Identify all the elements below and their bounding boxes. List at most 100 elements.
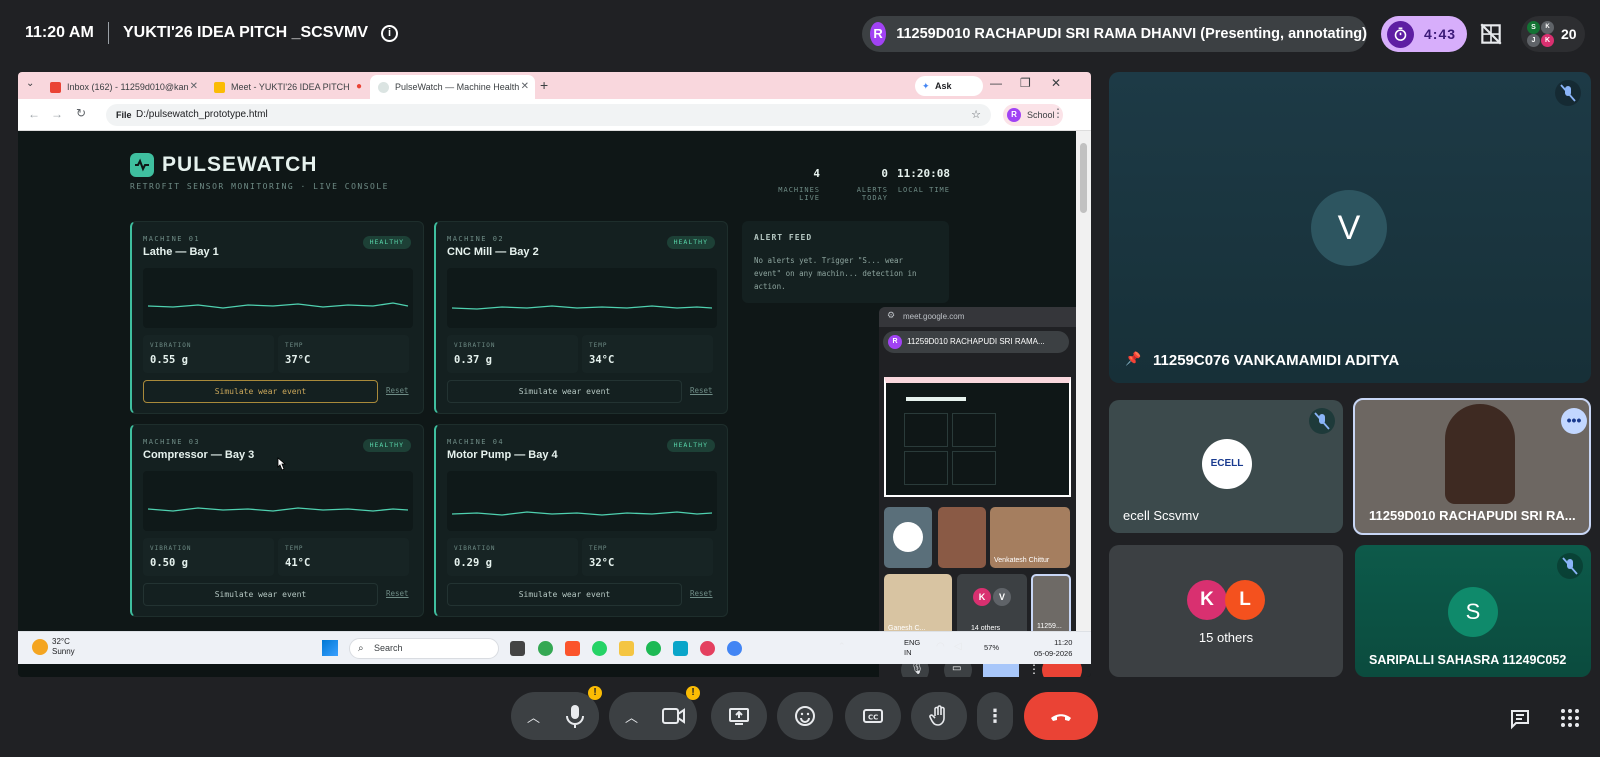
people-button[interactable]: S K J K 20: [1521, 16, 1585, 52]
pulsewatch-brand: PULSEWATCH: [162, 153, 318, 176]
pip-presenter-chip[interactable]: R 11259D010 RACHAPUDI SRI RAMA...: [883, 331, 1069, 353]
captions-button[interactable]: CC: [845, 692, 901, 740]
brave-icon[interactable]: [565, 641, 580, 656]
warning-icon: !: [686, 686, 700, 700]
raise-hand-button[interactable]: [911, 692, 967, 740]
close-icon[interactable]: ✕: [190, 81, 198, 92]
file-explorer-icon[interactable]: [619, 641, 634, 656]
mic-options-chevron-icon[interactable]: ︿: [527, 707, 540, 726]
divider: [108, 22, 109, 44]
taskbar-search[interactable]: ⌕ Search: [349, 638, 499, 659]
close-window-icon[interactable]: ✕: [1051, 76, 1061, 90]
search-icon: ⌕: [358, 643, 364, 654]
chrome-active-icon[interactable]: [727, 641, 742, 656]
mic-off-icon: [1555, 80, 1581, 106]
participant-video: [1445, 404, 1515, 504]
simulate-wear-button[interactable]: Simulate wear event: [447, 380, 682, 403]
back-icon[interactable]: ←: [28, 107, 40, 121]
participant-name: 11259C076 VANKAMAMIDI ADITYA: [1153, 352, 1400, 369]
others-count-label: 15 others: [1198, 630, 1254, 645]
page-scrollbar[interactable]: [1076, 131, 1091, 631]
simulate-wear-button[interactable]: Simulate wear event: [143, 380, 378, 403]
task-view-icon[interactable]: [510, 641, 525, 656]
participant-tile-rachapudi[interactable]: ••• 11259D010 RACHAPUDI SRI RA...: [1353, 398, 1591, 535]
snipping-tool-icon[interactable]: [673, 641, 688, 656]
chat-icon[interactable]: [1508, 707, 1532, 731]
battery-level[interactable]: 57%: [984, 643, 999, 652]
forward-icon[interactable]: →: [51, 107, 63, 121]
minimize-icon[interactable]: —: [990, 76, 1002, 90]
volume-icon[interactable]: ◁: [954, 641, 962, 652]
captions-icon: CC: [863, 709, 883, 723]
maximize-icon[interactable]: ❐: [1020, 76, 1031, 90]
presenter-chip[interactable]: R 11259D010 RACHAPUDI SRI RAMA DHANVI (P…: [862, 16, 1367, 52]
more-options-icon[interactable]: •••: [1561, 408, 1587, 434]
camera-options-chevron-icon[interactable]: ︿: [625, 707, 638, 726]
simulate-wear-button[interactable]: Simulate wear event: [447, 583, 682, 606]
machine-name: Compressor — Bay 3: [143, 449, 255, 461]
more-options-button[interactable]: ⋮: [977, 692, 1013, 740]
tab-pulsewatch[interactable]: PulseWatch — Machine Health ✕: [370, 75, 535, 99]
wifi-icon[interactable]: ◠: [936, 641, 945, 652]
participant-tile-ecell[interactable]: ECELL ecell Scsvmv: [1109, 400, 1343, 533]
vibration-sparkline: [447, 471, 717, 531]
close-icon[interactable]: ✕: [521, 81, 529, 92]
windows-taskbar: 32°C Sunny ⌕ Search ⌃ ENG IN ◠ ◁ 57% 11:…: [18, 631, 1091, 664]
reload-icon[interactable]: ↻: [76, 106, 86, 120]
temperature-metric: TEMP 41°C: [278, 538, 409, 576]
participant-tile-others[interactable]: K L 15 others: [1109, 545, 1343, 677]
people-avatars: S K J K: [1527, 20, 1555, 48]
end-call-icon: [1051, 714, 1071, 721]
avatar: K: [1187, 580, 1227, 620]
weather-widget[interactable]: 32°C Sunny: [52, 637, 75, 657]
leave-call-button[interactable]: [1024, 692, 1098, 740]
reset-link[interactable]: Reset: [386, 589, 409, 598]
tab-search-icon[interactable]: ⌄: [26, 78, 34, 89]
meet-icon: [214, 81, 225, 93]
reset-link[interactable]: Reset: [386, 386, 409, 395]
info-icon[interactable]: i: [381, 25, 398, 42]
activities-grid-icon[interactable]: [1559, 707, 1581, 729]
vibration-metric: VIBRATION 0.55 g: [143, 335, 274, 373]
pip-tile-ecell: [884, 507, 932, 568]
app-icon[interactable]: [700, 641, 715, 656]
presenter-label: 11259D010 RACHAPUDI SRI RAMA DHANVI (Pre…: [896, 26, 1367, 42]
pulsewatch-tagline: RETROFIT SENSOR MONITORING · LIVE CONSOL…: [130, 182, 389, 191]
layout-off-icon[interactable]: [1478, 21, 1504, 47]
timer-icon: [1387, 20, 1414, 48]
pin-icon[interactable]: 📌: [1125, 351, 1141, 367]
bookmark-star-icon[interactable]: ☆: [971, 104, 981, 126]
tab-gmail[interactable]: Inbox (162) - 11259d010@kan ✕: [42, 75, 204, 99]
vibration-metric: VIBRATION 0.50 g: [143, 538, 274, 576]
tray-chevron-icon[interactable]: ⌃: [838, 641, 846, 652]
camera-control-group: ︿ !: [609, 686, 700, 740]
present-button[interactable]: [711, 692, 767, 740]
reset-link[interactable]: Reset: [690, 386, 713, 395]
mouse-cursor-icon: [277, 457, 287, 471]
meeting-timer[interactable]: 4:43: [1381, 16, 1467, 52]
windows-start-icon[interactable]: [322, 640, 338, 656]
whatsapp-icon[interactable]: [592, 641, 607, 656]
avatar: V: [1311, 190, 1387, 266]
chrome-icon[interactable]: [538, 641, 553, 656]
url-field[interactable]: File D:/pulsewatch_prototype.html ☆: [106, 104, 991, 126]
ask-gemini-button[interactable]: ✦ Ask Gemini: [915, 76, 983, 111]
participant-tile-saripalli[interactable]: S SARIPALLI SAHASRA 11249C052: [1355, 545, 1591, 677]
reset-link[interactable]: Reset: [690, 589, 713, 598]
settings-icon: ⚙: [887, 310, 896, 320]
browser-menu-icon[interactable]: ⋮: [1052, 106, 1064, 120]
present-screen-icon: [729, 708, 749, 725]
participant-tile-main[interactable]: V 📌 11259C076 VANKAMAMIDI ADITYA: [1109, 72, 1591, 383]
spotify-icon[interactable]: [646, 641, 661, 656]
vibration-sparkline: [143, 471, 413, 531]
status-badge: HEALTHY: [362, 439, 411, 452]
input-language[interactable]: ENG IN: [904, 638, 920, 658]
globe-icon: [378, 81, 389, 93]
presenter-avatar: R: [870, 22, 887, 46]
reactions-button[interactable]: [777, 692, 833, 740]
new-tab-button[interactable]: +: [540, 77, 548, 93]
tab-meet[interactable]: Meet - YUKTI'26 IDEA PITCH ●: [206, 75, 368, 99]
simulate-wear-button[interactable]: Simulate wear event: [143, 583, 378, 606]
pip-tile-self: 11259...: [1031, 574, 1071, 636]
system-clock[interactable]: 11:20 05-09-2026: [1034, 637, 1072, 659]
